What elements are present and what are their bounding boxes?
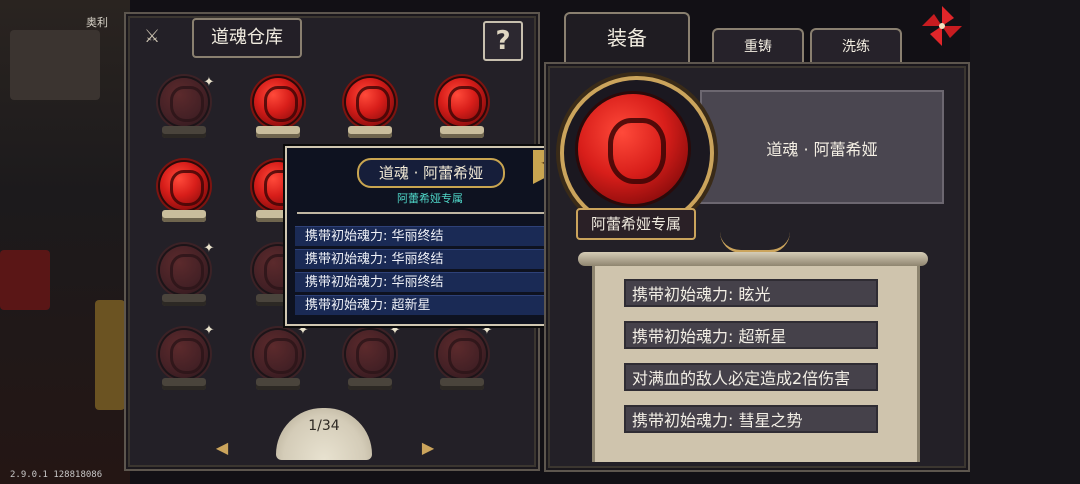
ornament (720, 232, 790, 253)
star-icon: ✦ (389, 323, 401, 338)
version-label: 2.9.0.1 128818086 (10, 470, 103, 480)
sword-rack-icon: ⚔ (144, 26, 161, 47)
soul-orb-slot[interactable] (434, 74, 490, 138)
tooltip-attribute: 携带初始魂力: 华丽终结 (295, 272, 563, 292)
soul-tooltip: 道魂 · 阿蕾希娅 ✦ 阿蕾希娅专属 携带初始魂力: 华丽终结 携带初始魂力: … (285, 146, 575, 326)
equipped-soul-name: 道魂 · 阿蕾希娅 (766, 140, 878, 159)
equip-attribute: 携带初始魂力: 眩光 (624, 279, 878, 307)
page-indicator: 1/34 (308, 418, 340, 434)
star-icon: ✦ (203, 75, 215, 90)
equip-attribute: 对满血的敌人必定造成2倍伤害 (624, 363, 878, 391)
scene-props (10, 30, 100, 100)
tooltip-subtitle: 阿蕾希娅专属 (397, 192, 463, 205)
pinwheel-icon[interactable] (920, 4, 964, 48)
scene-rug (0, 250, 50, 310)
equipped-soul-frame[interactable] (560, 76, 714, 230)
equip-name-box: 道魂 · 阿蕾希娅 (700, 90, 944, 204)
storage-title: 道魂仓库 (192, 18, 302, 58)
star-icon: ✦ (481, 323, 493, 338)
soul-orb-slot[interactable] (156, 158, 212, 222)
tab-refine[interactable]: 洗练 (810, 28, 902, 64)
soul-orb-slot[interactable] (250, 74, 306, 138)
game-scene-right (970, 0, 1080, 484)
exclusive-badge: 阿蕾希娅专属 (576, 208, 696, 240)
star-icon: ✦ (203, 241, 215, 256)
equip-attribute: 携带初始魂力: 超新星 (624, 321, 878, 349)
scene-plant (95, 300, 125, 410)
soul-orb-slot[interactable] (342, 74, 398, 138)
equipped-soul-orb (578, 94, 688, 204)
equip-attribute: 携带初始魂力: 彗星之势 (624, 405, 878, 433)
tab-equip[interactable]: 装备 (564, 12, 690, 64)
tab-reforge[interactable]: 重铸 (712, 28, 804, 64)
tooltip-attribute: 携带初始魂力: 华丽终结 (295, 249, 563, 269)
star-icon: ✦ (203, 323, 215, 338)
next-page-button[interactable]: ▶ (420, 440, 436, 456)
scene-character-label: 奥利 (86, 16, 108, 29)
tooltip-attribute: 携带初始魂力: 华丽终结 (295, 226, 563, 246)
tooltip-title: 道魂 · 阿蕾希娅 (357, 158, 505, 188)
tooltip-attribute: 携带初始魂力: 超新星 (295, 295, 563, 315)
scroll-rod (578, 252, 928, 266)
star-icon: ✦ (297, 323, 309, 338)
prev-page-button[interactable]: ◀ (214, 440, 230, 456)
divider (297, 212, 561, 214)
help-button[interactable]: ? (483, 21, 523, 61)
game-scene-left (0, 0, 130, 484)
